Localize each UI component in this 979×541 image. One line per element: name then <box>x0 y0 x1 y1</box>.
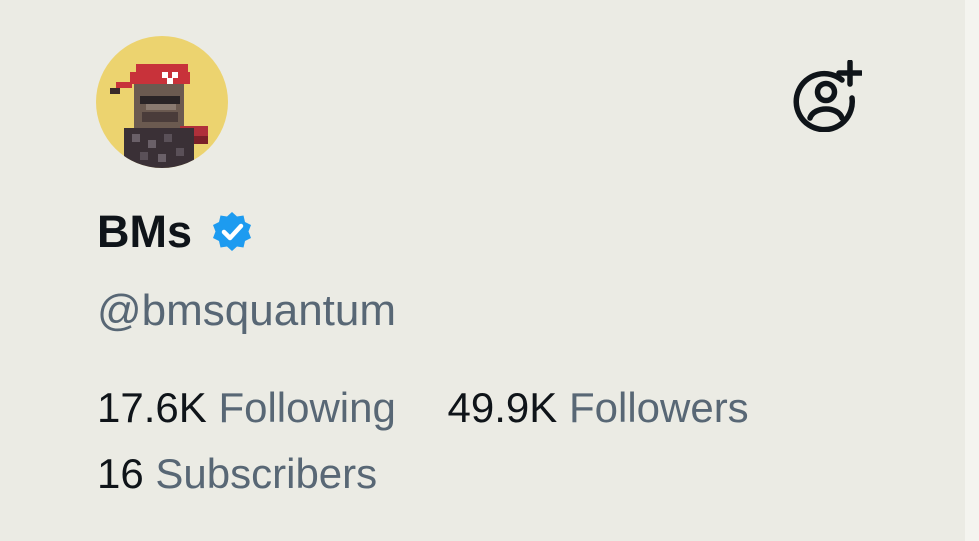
follow-button[interactable] <box>790 59 864 133</box>
following-label: Following <box>218 384 396 431</box>
subscribers-link[interactable]: 16 Subscribers <box>97 450 377 498</box>
followers-link[interactable]: 49.9K Followers <box>448 384 749 432</box>
following-count: 17.6K <box>97 384 207 431</box>
subscribers-count: 16 <box>97 450 144 497</box>
display-name: BMs <box>97 206 193 257</box>
edge-strip <box>965 0 979 541</box>
subscribers-label: Subscribers <box>155 450 378 497</box>
followers-count: 49.9K <box>447 384 558 431</box>
subscribers-row: 16 Subscribers <box>97 450 377 498</box>
person-add-icon <box>793 59 864 133</box>
stats-row: 17.6K Following 49.9K Followers <box>97 384 749 432</box>
verified-badge-icon <box>213 212 252 251</box>
avatar[interactable] <box>96 36 228 168</box>
followers-label: Followers <box>568 384 749 431</box>
pixel-art-avatar <box>110 64 208 168</box>
name-row: BMs <box>97 200 254 264</box>
user-handle: @bmsquantum <box>97 286 397 335</box>
following-link[interactable]: 17.6K Following <box>97 384 396 432</box>
